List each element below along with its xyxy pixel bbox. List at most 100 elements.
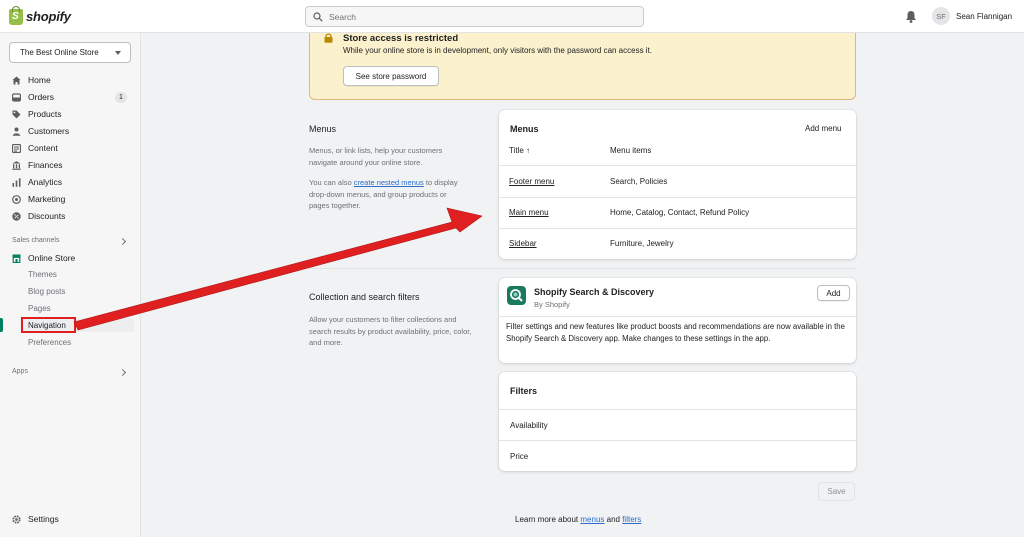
sidebar-item-analytics[interactable]: Analytics: [12, 175, 62, 189]
sidebar-item-label: Home: [28, 75, 51, 85]
search-icon: [313, 11, 323, 22]
avatar[interactable]: SF: [932, 7, 950, 25]
orders-count-badge: 1: [115, 92, 127, 103]
sidebar-item-label: Settings: [28, 514, 59, 524]
title-column-header[interactable]: Title ↑: [509, 146, 530, 155]
row-divider: [499, 197, 856, 198]
sidebar-subitem-themes[interactable]: Themes: [28, 268, 57, 280]
sidebar-item-discounts[interactable]: Discounts: [12, 209, 65, 223]
filter-availability[interactable]: Availability: [510, 421, 548, 430]
store-name: The Best Online Store: [20, 48, 99, 57]
desc-text: You can also: [309, 178, 354, 187]
chevron-right-icon[interactable]: [118, 368, 127, 377]
sidebar: The Best Online Store Home Orders 1 Prod…: [0, 33, 141, 537]
search-input[interactable]: [329, 11, 629, 22]
footer-text: Learn more about: [515, 515, 581, 524]
menus-section-description: Menus, or link lists, help your customer…: [309, 145, 469, 212]
menus-card-title: Menus: [510, 124, 539, 134]
filter-price[interactable]: Price: [510, 452, 528, 461]
sidebar-item-settings[interactable]: Settings: [12, 512, 59, 526]
sidebar-item-orders[interactable]: Orders: [12, 90, 54, 104]
app-name: Shopify Search & Discovery: [534, 287, 655, 297]
store-icon: [12, 254, 21, 263]
create-nested-menus-link[interactable]: create nested menus: [354, 178, 424, 187]
menus-desc-text: Menus, or link lists, help your customer…: [309, 146, 443, 167]
sidebar-subitem-blog-posts[interactable]: Blog posts: [28, 285, 65, 297]
user-name[interactable]: Sean Flannigan: [956, 12, 1012, 21]
discount-icon: [12, 211, 21, 221]
learn-more-footer: Learn more about menus and filters: [515, 515, 641, 524]
sidebar-item-products[interactable]: Products: [12, 107, 62, 121]
sidebar-item-content[interactable]: Content: [12, 141, 58, 155]
sidebar-item-customers[interactable]: Customers: [12, 124, 69, 138]
shopify-logo[interactable]: S shopify: [9, 5, 71, 25]
sidebar-item-label: Marketing: [28, 194, 66, 204]
sidebar-item-label: Orders: [28, 92, 54, 102]
table-row-items: Home, Catalog, Contact, Refund Policy: [610, 208, 750, 217]
banner-title: Store access is restricted: [343, 33, 459, 44]
menu-items-column-header: Menu items: [610, 146, 652, 155]
see-store-password-button[interactable]: See store password: [343, 66, 439, 86]
row-divider: [499, 165, 856, 166]
footer-menu-link[interactable]: Footer menu: [509, 177, 554, 186]
sidebar-item-label: Finances: [28, 160, 63, 170]
tag-icon: [12, 110, 21, 119]
person-icon: [12, 127, 21, 136]
footer-text: and: [604, 515, 623, 524]
filters-card: Filters Availability Price: [499, 372, 856, 471]
content-icon: [12, 143, 21, 153]
search-discovery-app-card: Shopify Search & Discovery By Shopify Ad…: [499, 278, 856, 363]
menus-section-title: Menus: [309, 124, 337, 134]
add-app-button[interactable]: Add: [817, 285, 850, 301]
annotation-highlight-box: [21, 317, 76, 333]
bar-chart-icon: [12, 177, 21, 187]
sidebar-item-online-store[interactable]: Online Store: [12, 251, 75, 265]
sidebar-item-label: Products: [28, 109, 62, 119]
sidebar-subitem-preferences[interactable]: Preferences: [28, 336, 71, 348]
sidebar-subitem-pages[interactable]: Pages: [28, 302, 51, 314]
store-selector[interactable]: The Best Online Store: [9, 42, 131, 63]
active-item-indicator: [0, 318, 3, 332]
sidebar-item-label: Discounts: [28, 211, 66, 221]
orders-icon: [12, 92, 21, 102]
row-divider: [499, 440, 856, 441]
search-bar[interactable]: [305, 6, 644, 27]
sidebar-item-home[interactable]: Home: [12, 73, 51, 87]
main-menu-link[interactable]: Main menu: [509, 208, 549, 217]
banner-text: While your online store is in developmen…: [343, 46, 653, 55]
menus-desc-nested: You can also create nested menus to disp…: [309, 177, 469, 212]
filters-section-description: Allow your customers to filter collectio…: [309, 315, 472, 347]
target-icon: [12, 194, 21, 204]
sales-channels-label: Sales channels: [12, 237, 60, 244]
top-bar: S shopify SF Sean Flannigan: [0, 0, 1024, 33]
chevron-right-icon[interactable]: [118, 237, 127, 246]
row-divider: [499, 409, 856, 410]
bell-icon[interactable]: [905, 10, 917, 23]
bank-icon: [12, 160, 21, 170]
learn-filters-link[interactable]: filters: [622, 515, 641, 524]
learn-menus-link[interactable]: menus: [580, 515, 604, 524]
sidebar-item-label: Analytics: [28, 177, 63, 187]
store-restricted-banner: Store access is restricted While your on…: [309, 33, 856, 100]
sidebar-item-label: Customers: [28, 126, 70, 136]
save-button[interactable]: Save: [818, 482, 855, 501]
table-row-items: Search, Policies: [610, 177, 668, 186]
section-divider: [309, 268, 856, 269]
lock-icon: [324, 33, 333, 43]
shopping-bag-icon: S: [9, 5, 23, 25]
apps-label: Apps: [12, 368, 28, 375]
sidebar-item-label: Content: [28, 143, 58, 153]
menus-card: Menus Add menu Title ↑ Menu items Footer…: [499, 110, 856, 259]
filters-card-title: Filters: [510, 386, 538, 396]
app-description: Filter settings and new features like pr…: [506, 322, 845, 343]
home-icon: [12, 76, 21, 85]
search-discovery-app-icon: [507, 286, 526, 305]
sidebar-item-marketing[interactable]: Marketing: [12, 192, 65, 206]
sidebar-item-finances[interactable]: Finances: [12, 158, 63, 172]
app-publisher: By Shopify: [534, 300, 570, 309]
sidebar-menu-link[interactable]: Sidebar: [509, 239, 537, 248]
row-divider: [499, 228, 856, 229]
add-menu-link[interactable]: Add menu: [805, 124, 841, 133]
gear-icon: [12, 514, 21, 524]
filters-section-title: Collection and search filters: [309, 292, 420, 302]
